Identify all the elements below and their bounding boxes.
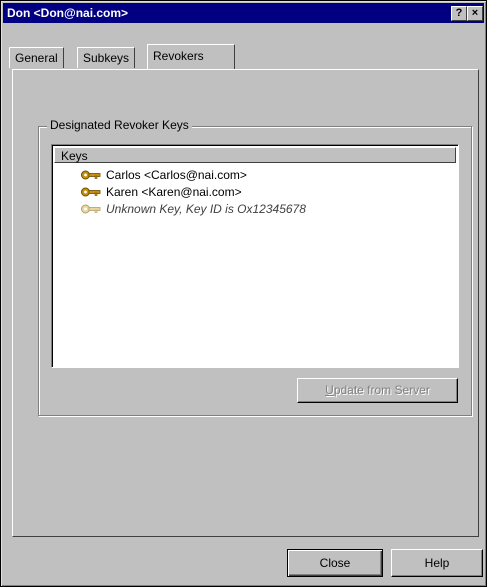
close-button[interactable]: Close [287, 549, 383, 577]
help-icon[interactable]: ? [451, 6, 467, 21]
window-title: Don <Don@nai.com> [7, 6, 129, 20]
close-icon[interactable]: × [467, 6, 483, 21]
title-bar[interactable]: Don <Don@nai.com> ? × [3, 3, 484, 23]
column-header-keys[interactable]: Keys [54, 147, 456, 163]
tab-revokers[interactable]: Revokers [147, 44, 235, 69]
tab-general[interactable]: General [9, 47, 64, 68]
properties-dialog: Don <Don@nai.com> ? × General Subkeys Re… [0, 0, 487, 587]
help-button[interactable]: Help [391, 549, 483, 577]
groupbox-label: Designated Revoker Keys [47, 118, 192, 132]
key-icon [81, 187, 101, 197]
key-icon [81, 170, 101, 180]
list-item-label: Karen <Karen@nai.com> [106, 185, 242, 199]
list-item-label: Carlos <Carlos@nai.com> [106, 168, 247, 182]
update-from-server-button[interactable]: Update from Server [297, 378, 458, 403]
tab-subkeys[interactable]: Subkeys [77, 47, 136, 68]
revoker-keys-list[interactable]: Keys Carlos <Carlos@nai.com> Karen <Kare… [51, 144, 459, 368]
key-icon [81, 204, 101, 214]
list-item-label: Unknown Key, Key ID is Ox12345678 [106, 202, 306, 216]
